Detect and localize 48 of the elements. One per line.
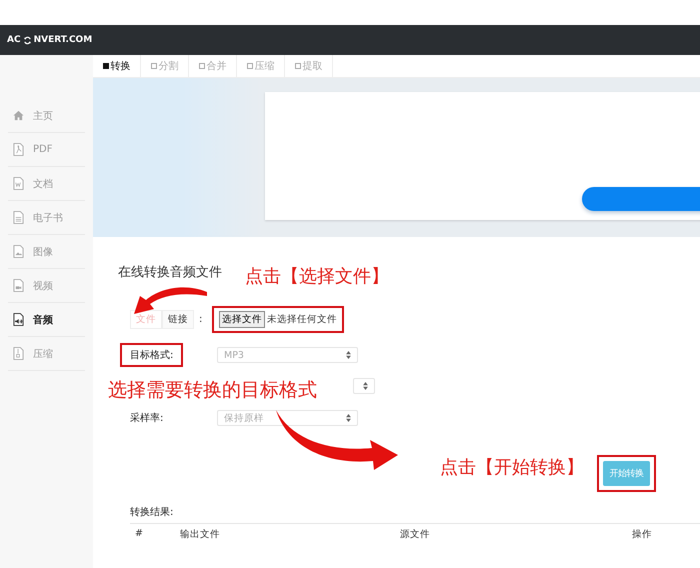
callout-text: 点击【开始转换】: [440, 458, 584, 478]
document-icon: [13, 177, 24, 190]
tab[interactable]: 合并: [189, 55, 237, 77]
select-field[interactable]: [353, 378, 375, 394]
document-icon: [13, 279, 24, 292]
document-icon: [13, 347, 24, 360]
document-icon: [13, 245, 24, 258]
logo-text[interactable]: NVERT.COM: [34, 35, 92, 45]
document-icon: [13, 143, 24, 156]
document-icon: [13, 211, 24, 224]
refresh-icon: [22, 36, 32, 44]
file-input[interactable]: 选择文件 未选择任何文件: [212, 306, 344, 332]
sidebar-item[interactable]: 图像: [8, 235, 85, 269]
sidebar-item[interactable]: 电子书: [8, 201, 85, 235]
field-label: 采样率:: [129, 412, 164, 426]
source-toggle[interactable]: 文件: [130, 310, 162, 328]
start-button[interactable]: 开始转换: [603, 461, 650, 486]
home-icon: [13, 110, 24, 121]
select-field[interactable]: 保持原样: [217, 410, 358, 426]
column-header: 输出文件: [180, 528, 220, 541]
dropdown-icon: [346, 351, 351, 359]
field-label: 目标格式:: [120, 343, 184, 367]
results-title: 转换结果:: [129, 506, 174, 519]
callout-text: 选择需要转换的目标格式: [108, 380, 317, 401]
select-field[interactable]: MP3: [217, 347, 358, 363]
page-title: 在线转换音频文件: [118, 264, 222, 282]
column-header: #: [135, 528, 143, 541]
sidebar-item[interactable]: PDF: [8, 133, 85, 167]
colon-text: :: [199, 314, 202, 324]
dropdown-icon: [346, 414, 351, 422]
dropdown-icon: [363, 382, 368, 390]
tab[interactable]: 分割: [141, 55, 189, 77]
callout-text: 点击【选择文件】: [245, 267, 389, 287]
column-header: 源文件: [400, 528, 430, 541]
document-icon: [13, 313, 24, 326]
sidebar-item[interactable]: 视频: [8, 269, 85, 303]
sidebar-item[interactable]: 文档: [8, 167, 85, 201]
tab[interactable]: 转换: [93, 55, 141, 77]
source-toggle[interactable]: 链接: [162, 310, 194, 328]
sidebar-item[interactable]: 压缩: [8, 337, 85, 371]
tab[interactable]: 提取: [285, 55, 333, 77]
logo-text[interactable]: AC: [7, 35, 21, 45]
tab[interactable]: 压缩: [237, 55, 285, 77]
column-header: 操作: [632, 528, 652, 541]
sidebar-item[interactable]: 主页: [8, 99, 85, 133]
sidebar-item[interactable]: 音频: [8, 303, 85, 337]
choose-file-button[interactable]: 选择文件: [219, 310, 265, 328]
file-status-text: 未选择任何文件: [267, 312, 337, 326]
